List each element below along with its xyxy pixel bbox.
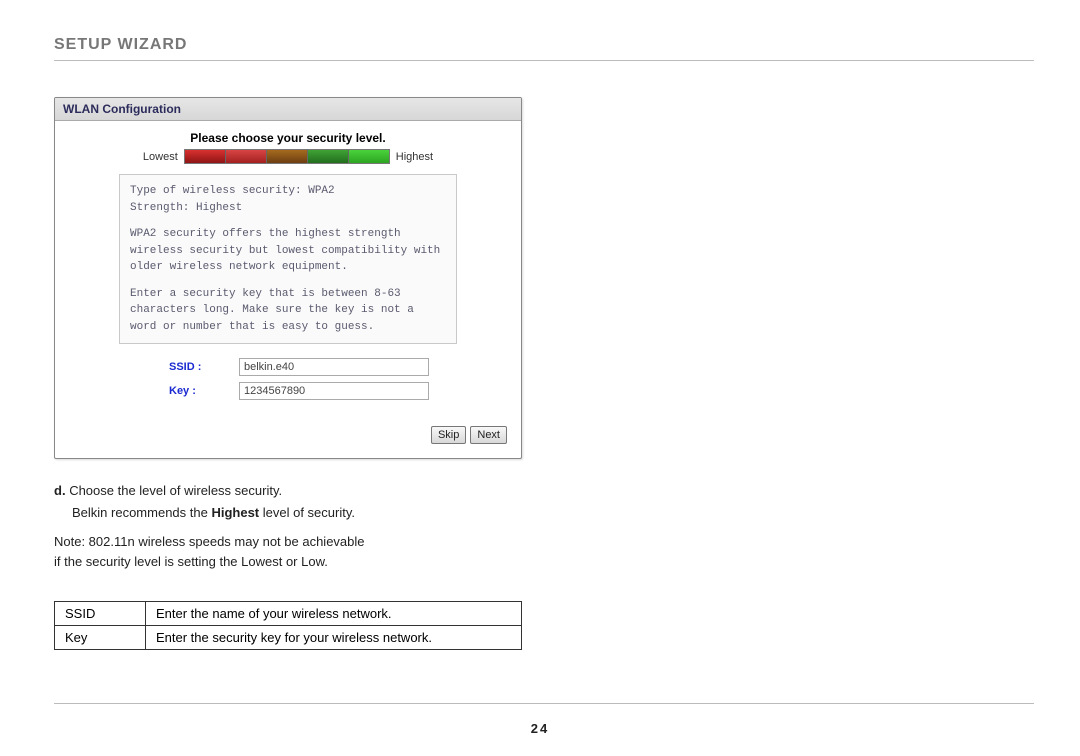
note-line1: Note: 802.11n wireless speeds may not be… — [54, 534, 365, 549]
ssid-input[interactable] — [239, 358, 429, 376]
desc-strength: Strength: Highest — [130, 202, 242, 214]
security-seg-2[interactable] — [226, 150, 267, 163]
step-d: d. Choose the level of wireless security… — [54, 481, 534, 522]
key-row: Key : — [169, 382, 507, 400]
table-row: SSID Enter the name of your wireless net… — [55, 602, 522, 626]
security-level-title: Please choose your security level. — [69, 131, 507, 145]
desc-para1: WPA2 security offers the highest strengt… — [130, 226, 446, 276]
security-description-box: Type of wireless security: WPA2 Strength… — [119, 174, 457, 344]
wlan-panel-title: WLAN Configuration — [55, 98, 521, 121]
page-number: 24 — [0, 721, 1080, 736]
key-label: Key : — [169, 385, 239, 397]
step-line2b: level of security. — [259, 505, 355, 520]
wlan-config-panel: WLAN Configuration Please choose your se… — [54, 97, 522, 459]
security-seg-4[interactable] — [308, 150, 349, 163]
highest-label: Highest — [396, 151, 433, 163]
cell-key-desc: Enter the security key for your wireless… — [146, 626, 522, 650]
desc-para2: Enter a security key that is between 8-6… — [130, 286, 446, 336]
cell-key-label: Key — [55, 626, 146, 650]
ssid-label: SSID : — [169, 361, 239, 373]
security-seg-5[interactable] — [349, 150, 389, 163]
security-seg-3[interactable] — [267, 150, 308, 163]
cell-ssid-label: SSID — [55, 602, 146, 626]
definition-table: SSID Enter the name of your wireless net… — [54, 601, 522, 650]
security-bar[interactable] — [184, 149, 390, 164]
ssid-row: SSID : — [169, 358, 507, 376]
step-line1: Choose the level of wireless security. — [69, 483, 282, 498]
title-rule — [54, 60, 1034, 61]
step-line2a: Belkin recommends the — [72, 505, 211, 520]
skip-button[interactable]: Skip — [431, 426, 466, 444]
security-level-bar: Lowest Highest — [69, 149, 507, 164]
note-text: Note: 802.11n wireless speeds may not be… — [54, 532, 534, 571]
next-button[interactable]: Next — [470, 426, 507, 444]
page-title: SETUP WIZARD — [54, 36, 1034, 54]
key-input[interactable] — [239, 382, 429, 400]
desc-type: Type of wireless security: WPA2 — [130, 185, 335, 197]
step-letter: d. — [54, 483, 66, 498]
footer-rule — [54, 703, 1034, 704]
lowest-label: Lowest — [143, 151, 178, 163]
cell-ssid-desc: Enter the name of your wireless network. — [146, 602, 522, 626]
security-seg-1[interactable] — [185, 150, 226, 163]
step-line2-bold: Highest — [211, 505, 259, 520]
note-line2: if the security level is setting the Low… — [54, 554, 328, 569]
table-row: Key Enter the security key for your wire… — [55, 626, 522, 650]
